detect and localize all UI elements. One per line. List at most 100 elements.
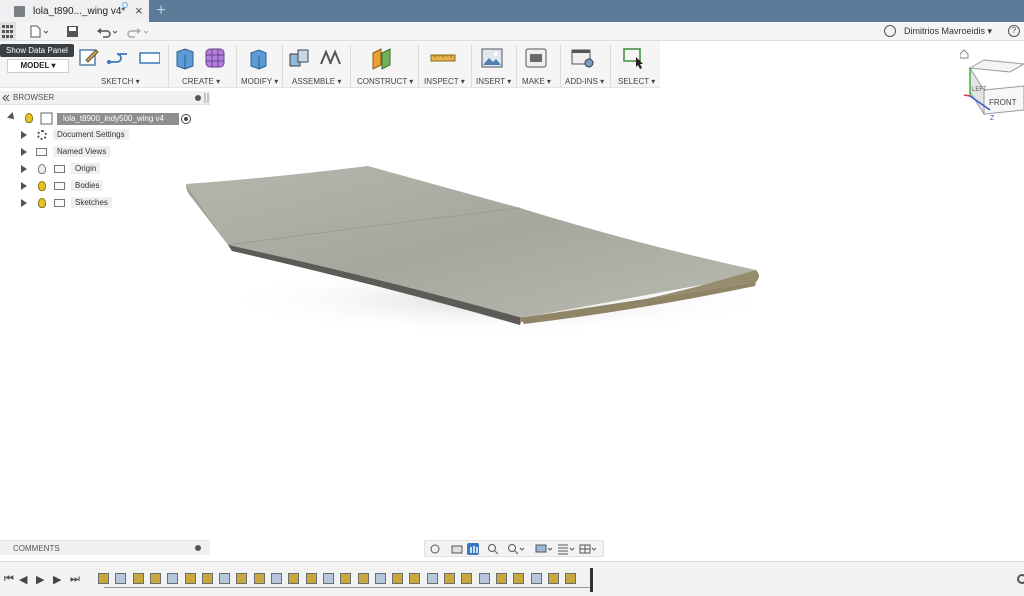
timeline-feature[interactable] [565,573,577,584]
timeline-feature[interactable] [322,573,334,584]
timeline-feature[interactable] [132,573,144,584]
expand-icon[interactable] [21,148,27,156]
timeline-feature[interactable] [374,573,386,584]
timeline-feature[interactable] [149,573,161,584]
user-account-menu[interactable]: Dimitrios Mavroeidis ▾ [904,26,992,37]
measure-icon[interactable] [430,46,456,70]
toolbar-sketch[interactable]: SKETCH ▾ [101,77,140,86]
collapse-root-icon[interactable] [7,112,17,122]
toolbar-create[interactable]: CREATE ▾ [182,77,220,86]
viewcube[interactable]: FRONT LEFT Z [960,46,1024,122]
timeline-feature[interactable] [461,573,473,584]
undo-icon[interactable] [96,25,120,38]
pan-hand-icon[interactable] [467,543,479,555]
viewcube-left-face[interactable]: LEFT [972,87,987,93]
step-forward-icon[interactable]: ▶ [53,573,61,586]
timeline-feature[interactable] [530,573,542,584]
timeline-feature[interactable] [236,573,248,584]
expand-icon[interactable] [21,182,27,190]
browser-item-named-views[interactable]: Named Views [53,146,111,157]
timeline-feature[interactable] [513,573,525,584]
toolbar-select[interactable]: SELECT ▾ [618,77,655,86]
toolbar-insert[interactable]: INSERT ▾ [476,77,511,86]
collapse-panel-icon[interactable] [2,94,10,102]
timeline-feature[interactable] [115,573,127,584]
home-view-icon[interactable] [960,49,969,59]
wing-model[interactable] [170,150,780,350]
toolbar-make[interactable]: MAKE ▾ [522,77,551,86]
zoom-icon[interactable] [487,543,499,555]
help-icon[interactable]: ? [1008,25,1020,37]
toolbar-inspect[interactable]: INSPECT ▾ [424,77,465,86]
timeline-feature[interactable] [444,573,455,584]
visibility-bulb-icon[interactable] [38,198,46,208]
workspace-switcher[interactable]: MODEL ▾ [7,59,69,73]
browser-item-document-settings[interactable]: Document Settings [53,129,129,140]
fit-icon[interactable] [507,543,525,555]
visibility-bulb-icon[interactable] [38,181,46,191]
go-to-end-icon[interactable]: ⏭ [70,573,80,586]
timeline-feature[interactable] [201,573,213,584]
browser-item-bodies[interactable]: Bodies [71,180,104,191]
timeline-feature[interactable] [305,573,317,584]
timeline-feature[interactable] [219,573,231,584]
timeline-feature[interactable] [478,573,490,584]
toolbar-modify[interactable]: MODIFY ▾ [241,77,278,86]
timeline-feature[interactable] [495,573,507,584]
viewports-icon[interactable] [579,543,597,555]
file-menu-icon[interactable] [30,25,50,38]
browser-item-sketches[interactable]: Sketches [71,197,112,208]
redo-icon[interactable] [126,25,150,38]
toolbar-assemble[interactable]: ASSEMBLE ▾ [292,77,341,86]
viewcube-front-face[interactable]: FRONT [989,98,1017,107]
display-settings-icon[interactable] [535,543,553,555]
apps-grid-icon[interactable] [0,22,16,41]
timeline-feature[interactable] [357,573,369,584]
panel-resize-handle[interactable] [204,93,210,103]
timeline-feature[interactable] [98,573,109,584]
extrude-icon[interactable] [173,46,197,70]
timeline-feature[interactable] [392,573,404,584]
timeline-feature[interactable] [288,573,300,584]
close-tab-icon[interactable]: × [135,3,143,18]
create-sketch-icon[interactable] [78,46,100,68]
timeline-feature[interactable] [409,573,421,584]
visibility-bulb-icon[interactable] [38,164,46,174]
new-tab-button[interactable]: + [151,0,171,22]
grid-settings-icon[interactable] [557,543,575,555]
timeline-marker[interactable] [590,568,593,592]
joint-icon[interactable] [318,46,344,70]
look-at-icon[interactable] [451,543,463,555]
timeline-feature[interactable] [253,573,265,584]
browser-pin-icon[interactable] [195,95,201,101]
timeline-feature[interactable] [340,573,352,584]
timeline-feature[interactable] [167,573,179,584]
timeline-feature[interactable] [426,573,438,584]
timeline-feature[interactable] [271,573,282,584]
document-tab[interactable]: lola_t890..._wing v4* × [0,0,149,22]
new-component-icon[interactable] [287,46,313,70]
orbit-icon[interactable] [429,543,441,555]
timeline-feature[interactable] [547,573,559,584]
offset-plane-icon[interactable] [370,46,396,70]
step-back-icon[interactable]: ◀ [19,573,27,586]
rectangle-icon[interactable] [138,46,160,68]
timeline-feature[interactable] [184,573,196,584]
toolbar-construct[interactable]: CONSTRUCT ▾ [357,77,413,86]
job-status-icon[interactable] [884,25,896,37]
expand-icon[interactable] [21,199,27,207]
insert-canvas-icon[interactable] [480,46,504,70]
browser-item-origin[interactable]: Origin [71,163,101,174]
scripts-addins-icon[interactable] [570,46,596,70]
toolbar-add-ins[interactable]: ADD-INS ▾ [565,77,604,86]
save-icon[interactable] [66,25,79,38]
form-icon[interactable] [203,46,229,70]
line-icon[interactable] [106,46,128,68]
activate-component-icon[interactable] [180,113,192,125]
press-pull-icon[interactable] [246,46,270,70]
select-icon[interactable] [622,46,648,70]
timeline-settings-gear-icon[interactable] [1016,573,1024,585]
browser-root-node[interactable]: lola_t8900_indy500_wing v4 [57,113,179,125]
go-to-start-icon[interactable]: ⏮ [4,573,14,586]
comments-add-icon[interactable] [195,545,201,551]
